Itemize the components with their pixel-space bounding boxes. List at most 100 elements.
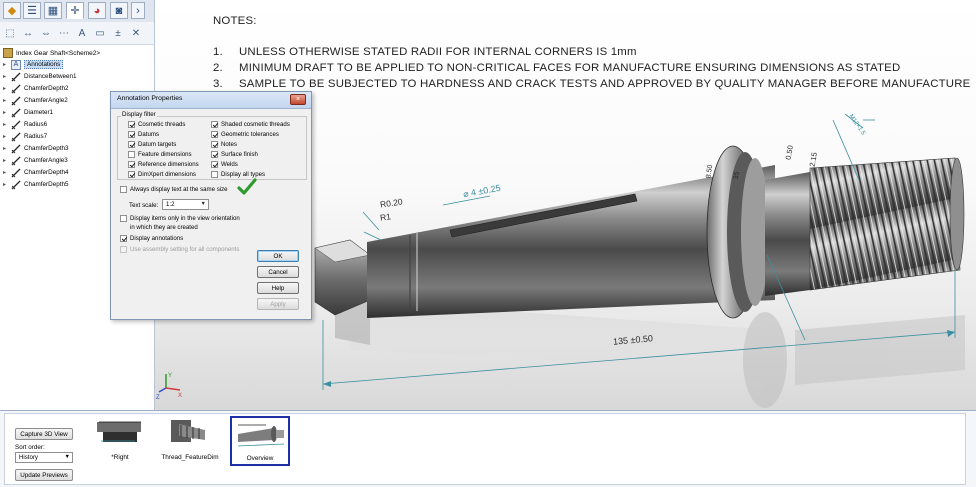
sort-order-select[interactable]: History ▼ <box>15 452 73 463</box>
dimension-icon <box>11 156 21 166</box>
tree-item-dimension[interactable]: ▸ Diameter1 <box>3 107 53 118</box>
dialog-title: Annotation Properties <box>117 95 183 102</box>
feature-dimensions-checkbox[interactable]: Feature dimensions <box>128 151 192 158</box>
tree-item-dimension[interactable]: ▸ Radius7 <box>3 131 47 142</box>
tree-item-dimension[interactable]: ▸ ChamferDepth2 <box>3 83 68 94</box>
camera-tab[interactable]: ◙ <box>110 2 128 19</box>
datum-targets-checkbox[interactable]: Datum targets <box>128 141 176 148</box>
view-thumbnail-overview[interactable]: Overview <box>230 416 290 466</box>
tree-item-annotations[interactable]: ▸ A Annotations <box>3 59 64 70</box>
tree-item-label: Annotations <box>24 60 64 69</box>
checkbox-box[interactable] <box>211 121 218 128</box>
chevron-down-icon[interactable]: ▼ <box>65 454 70 460</box>
checkbox-box[interactable] <box>128 121 135 128</box>
expand-arrow-icon[interactable]: ▸ <box>3 73 11 80</box>
display-manager-tab[interactable]: ◕ <box>88 2 106 19</box>
checkbox-label: Reference dimensions <box>138 161 199 168</box>
checkbox-box[interactable] <box>120 186 127 193</box>
delete-scheme-icon[interactable]: ✕ <box>128 25 144 41</box>
pattern-feature-icon[interactable]: ⋯ <box>56 25 72 41</box>
tree-item-label: ChamferDepth3 <box>24 145 69 152</box>
display-all-types-checkbox[interactable]: Display all types <box>211 171 265 178</box>
datum-icon[interactable]: A <box>74 25 90 41</box>
checkbox-box[interactable] <box>128 141 135 148</box>
part-icon <box>3 48 13 58</box>
ok-button[interactable]: OK <box>257 250 299 262</box>
note-text: MINIMUM DRAFT TO BE APPLIED TO NON-CRITI… <box>239 62 901 74</box>
reference-dimensions-checkbox[interactable]: Reference dimensions <box>128 161 199 168</box>
expand-arrow-icon[interactable]: ▸ <box>3 97 11 104</box>
checkbox-box[interactable] <box>211 141 218 148</box>
cosmetic-threads-checkbox[interactable]: Cosmetic threads <box>128 121 185 128</box>
update-previews-button[interactable]: Update Previews <box>15 469 73 481</box>
checkbox-box[interactable] <box>120 246 127 253</box>
expand-arrow-icon[interactable]: ▸ <box>3 85 11 92</box>
checkbox-box[interactable] <box>128 151 135 158</box>
cancel-button[interactable]: Cancel <box>257 266 299 278</box>
view-orientation-checkbox[interactable]: Display items only in the view orientati… <box>120 215 240 222</box>
notes-checkbox[interactable]: Notes <box>211 141 237 148</box>
always-same-size-checkbox[interactable]: Always display text at the same size <box>120 186 228 193</box>
welds-checkbox[interactable]: Welds <box>211 161 238 168</box>
featuremanager-tab[interactable]: ◆ <box>3 2 21 19</box>
chevron-down-icon[interactable]: ▼ <box>201 201 206 207</box>
notes-title: NOTES: <box>213 15 257 27</box>
close-button[interactable]: × <box>290 94 306 105</box>
checkbox-box[interactable] <box>120 215 127 222</box>
expand-arrow-icon[interactable]: ▸ <box>3 121 11 128</box>
show-tolerance-icon[interactable]: ± <box>110 25 126 41</box>
dim-r1[interactable]: R1 <box>379 211 391 222</box>
dimxpert-tab[interactable]: ✛ <box>66 2 84 19</box>
expand-arrow-icon[interactable]: ▸ <box>3 145 11 152</box>
expand-arrow-icon[interactable]: ▸ <box>3 169 11 176</box>
checkbox-box[interactable] <box>211 151 218 158</box>
checkbox-box[interactable] <box>211 131 218 138</box>
tree-item-dimension[interactable]: ▸ ChamferDepth4 <box>3 167 68 178</box>
checkbox-box[interactable] <box>128 171 135 178</box>
location-dimension-icon[interactable]: ⇔ <box>38 25 54 41</box>
tree-item-dimension[interactable]: ▸ ChamferDepth5 <box>3 179 68 190</box>
geometric-tolerance-icon[interactable]: ▭ <box>92 25 108 41</box>
tree-item-dimension[interactable]: ▸ Radius6 <box>3 119 47 130</box>
apply-button[interactable]: Apply <box>257 298 299 310</box>
datums-checkbox[interactable]: Datums <box>128 131 159 138</box>
tree-item-dimension[interactable]: ▸ DistanceBetween1 <box>3 71 77 82</box>
expand-arrow-icon[interactable]: ▸ <box>3 157 11 164</box>
auto-dimension-icon[interactable]: ⬚ <box>2 25 18 41</box>
view-thumbnail-thread-featuredim[interactable]: Thread_FeatureDim <box>161 416 219 462</box>
checkbox-box[interactable] <box>128 131 135 138</box>
expand-arrow-icon[interactable]: ▸ <box>3 181 11 188</box>
checkbox-box[interactable] <box>120 235 127 242</box>
note-line: 2. MINIMUM DRAFT TO BE APPLIED TO NON-CRI… <box>213 62 900 74</box>
dialog-title-bar[interactable]: Annotation Properties × <box>111 92 311 109</box>
assembly-setting-checkbox[interactable]: Use assembly setting for all components <box>120 246 239 253</box>
more-tabs[interactable]: › <box>131 2 145 19</box>
expand-arrow-icon[interactable]: ▸ <box>3 61 11 68</box>
dim-35[interactable]: 35 <box>733 171 741 180</box>
capture-3d-view-button[interactable]: Capture 3D View <box>15 428 73 440</box>
geometric-tolerances-checkbox[interactable]: Geometric tolerances <box>211 131 279 138</box>
expand-arrow-icon[interactable]: ▸ <box>3 133 11 140</box>
view-thumbnail-right[interactable]: *Right <box>95 416 145 462</box>
shaded-cosmetic-threads-checkbox[interactable]: Shaded cosmetic threads <box>211 121 290 128</box>
tree-item-dimension[interactable]: ▸ ChamferAngle3 <box>3 155 68 166</box>
tree-item-dimension[interactable]: ▸ ChamferDepth3 <box>3 143 68 154</box>
checkbox-box[interactable] <box>211 161 218 168</box>
display-annotations-checkbox[interactable]: Display annotations <box>120 235 183 242</box>
help-button[interactable]: Help <box>257 282 299 294</box>
size-dimension-icon[interactable]: ↔ <box>20 25 36 41</box>
configurationmanager-tab[interactable]: ▦ <box>44 2 62 19</box>
tree-item-label: ChamferAngle3 <box>24 157 68 164</box>
checkbox-label: Display annotations <box>130 235 184 242</box>
checkbox-box[interactable] <box>128 161 135 168</box>
dimxpert-dimensions-checkbox[interactable]: DimXpert dimensions <box>128 171 196 178</box>
text-scale-select[interactable]: 1:2 ▼ <box>162 199 209 210</box>
note-text: UNLESS OTHERWISE STATED RADII FOR INTERN… <box>239 46 637 58</box>
propertymanager-tab[interactable]: ☰ <box>23 2 41 19</box>
svg-text:Z: Z <box>156 395 160 400</box>
tree-item-dimension[interactable]: ▸ ChamferAngle2 <box>3 95 68 106</box>
checkbox-box[interactable] <box>211 171 218 178</box>
tree-root[interactable]: Index Gear Shaft<Scheme2> <box>3 48 100 58</box>
surface-finish-checkbox[interactable]: Surface finish <box>211 151 258 158</box>
expand-arrow-icon[interactable]: ▸ <box>3 109 11 116</box>
